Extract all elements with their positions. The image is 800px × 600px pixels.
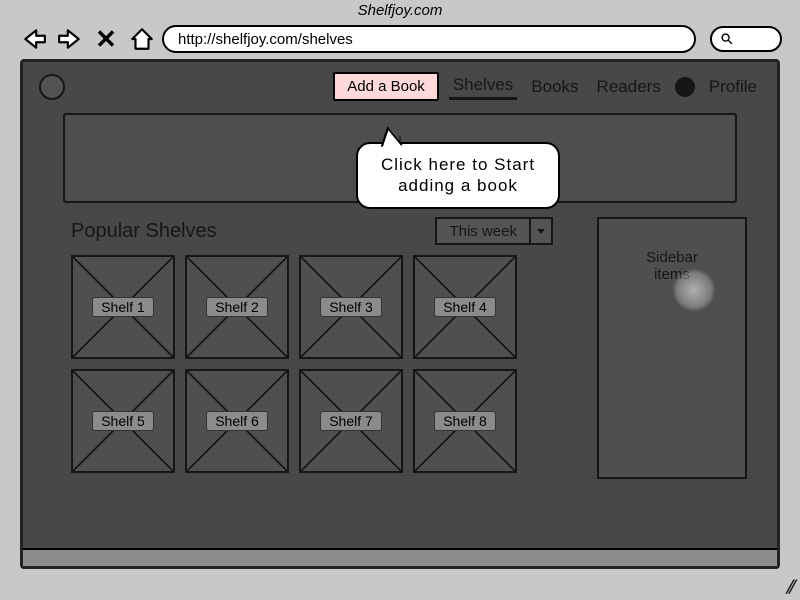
- home-button[interactable]: [126, 25, 158, 53]
- shelf-card[interactable]: Shelf 1: [71, 255, 175, 359]
- avatar-icon[interactable]: [675, 77, 695, 97]
- stop-button[interactable]: ✕: [90, 25, 122, 53]
- shelf-card[interactable]: Shelf 4: [413, 255, 517, 359]
- sidebar-panel: Sidebar items: [597, 217, 747, 479]
- resize-grip-icon[interactable]: ⫽: [786, 577, 794, 598]
- shelf-label: Shelf 4: [434, 297, 496, 317]
- shelf-card[interactable]: Shelf 2: [185, 255, 289, 359]
- logo-icon[interactable]: [39, 74, 65, 100]
- status-bar: [23, 548, 777, 566]
- sidebar-label: Sidebar items: [646, 249, 698, 283]
- shelves-grid: Shelf 1 Shelf 2 Shelf 3 Shelf 4 Shelf 5 …: [71, 255, 579, 473]
- nav-readers[interactable]: Readers: [593, 75, 665, 99]
- shelf-card[interactable]: Shelf 6: [185, 369, 289, 473]
- url-input[interactable]: http://shelfjoy.com/shelves: [162, 25, 696, 53]
- nav-books[interactable]: Books: [527, 75, 582, 99]
- shelf-label: Shelf 5: [92, 411, 154, 431]
- dropdown-selected: This week: [437, 223, 529, 240]
- site-header: Add a Book Shelves Books Readers Profile: [23, 62, 777, 107]
- time-filter-dropdown[interactable]: This week: [435, 217, 553, 245]
- section-title: Popular Shelves: [71, 220, 217, 243]
- back-button[interactable]: [18, 25, 50, 53]
- shelf-label: Shelf 7: [320, 411, 382, 431]
- shelf-card[interactable]: Shelf 7: [299, 369, 403, 473]
- search-icon: [720, 32, 734, 46]
- add-book-button[interactable]: Add a Book: [333, 72, 439, 101]
- shelf-label: Shelf 6: [206, 411, 268, 431]
- nav-shelves[interactable]: Shelves: [449, 73, 517, 100]
- shelf-label: Shelf 2: [206, 297, 268, 317]
- shelf-card[interactable]: Shelf 8: [413, 369, 517, 473]
- browser-toolbar: ✕ http://shelfjoy.com/shelves: [10, 21, 790, 57]
- shelf-label: Shelf 8: [434, 411, 496, 431]
- search-box[interactable]: [710, 26, 782, 52]
- onboarding-tooltip: Click here to Start adding a book: [356, 142, 560, 209]
- forward-button[interactable]: [54, 25, 86, 53]
- nav-profile[interactable]: Profile: [705, 75, 761, 99]
- window-title: Shelfjoy.com: [10, 0, 790, 21]
- shelf-card[interactable]: Shelf 3: [299, 255, 403, 359]
- shelf-card[interactable]: Shelf 5: [71, 369, 175, 473]
- chevron-down-icon: [529, 219, 551, 243]
- shelf-label: Shelf 3: [320, 297, 382, 317]
- shelf-label: Shelf 1: [92, 297, 154, 317]
